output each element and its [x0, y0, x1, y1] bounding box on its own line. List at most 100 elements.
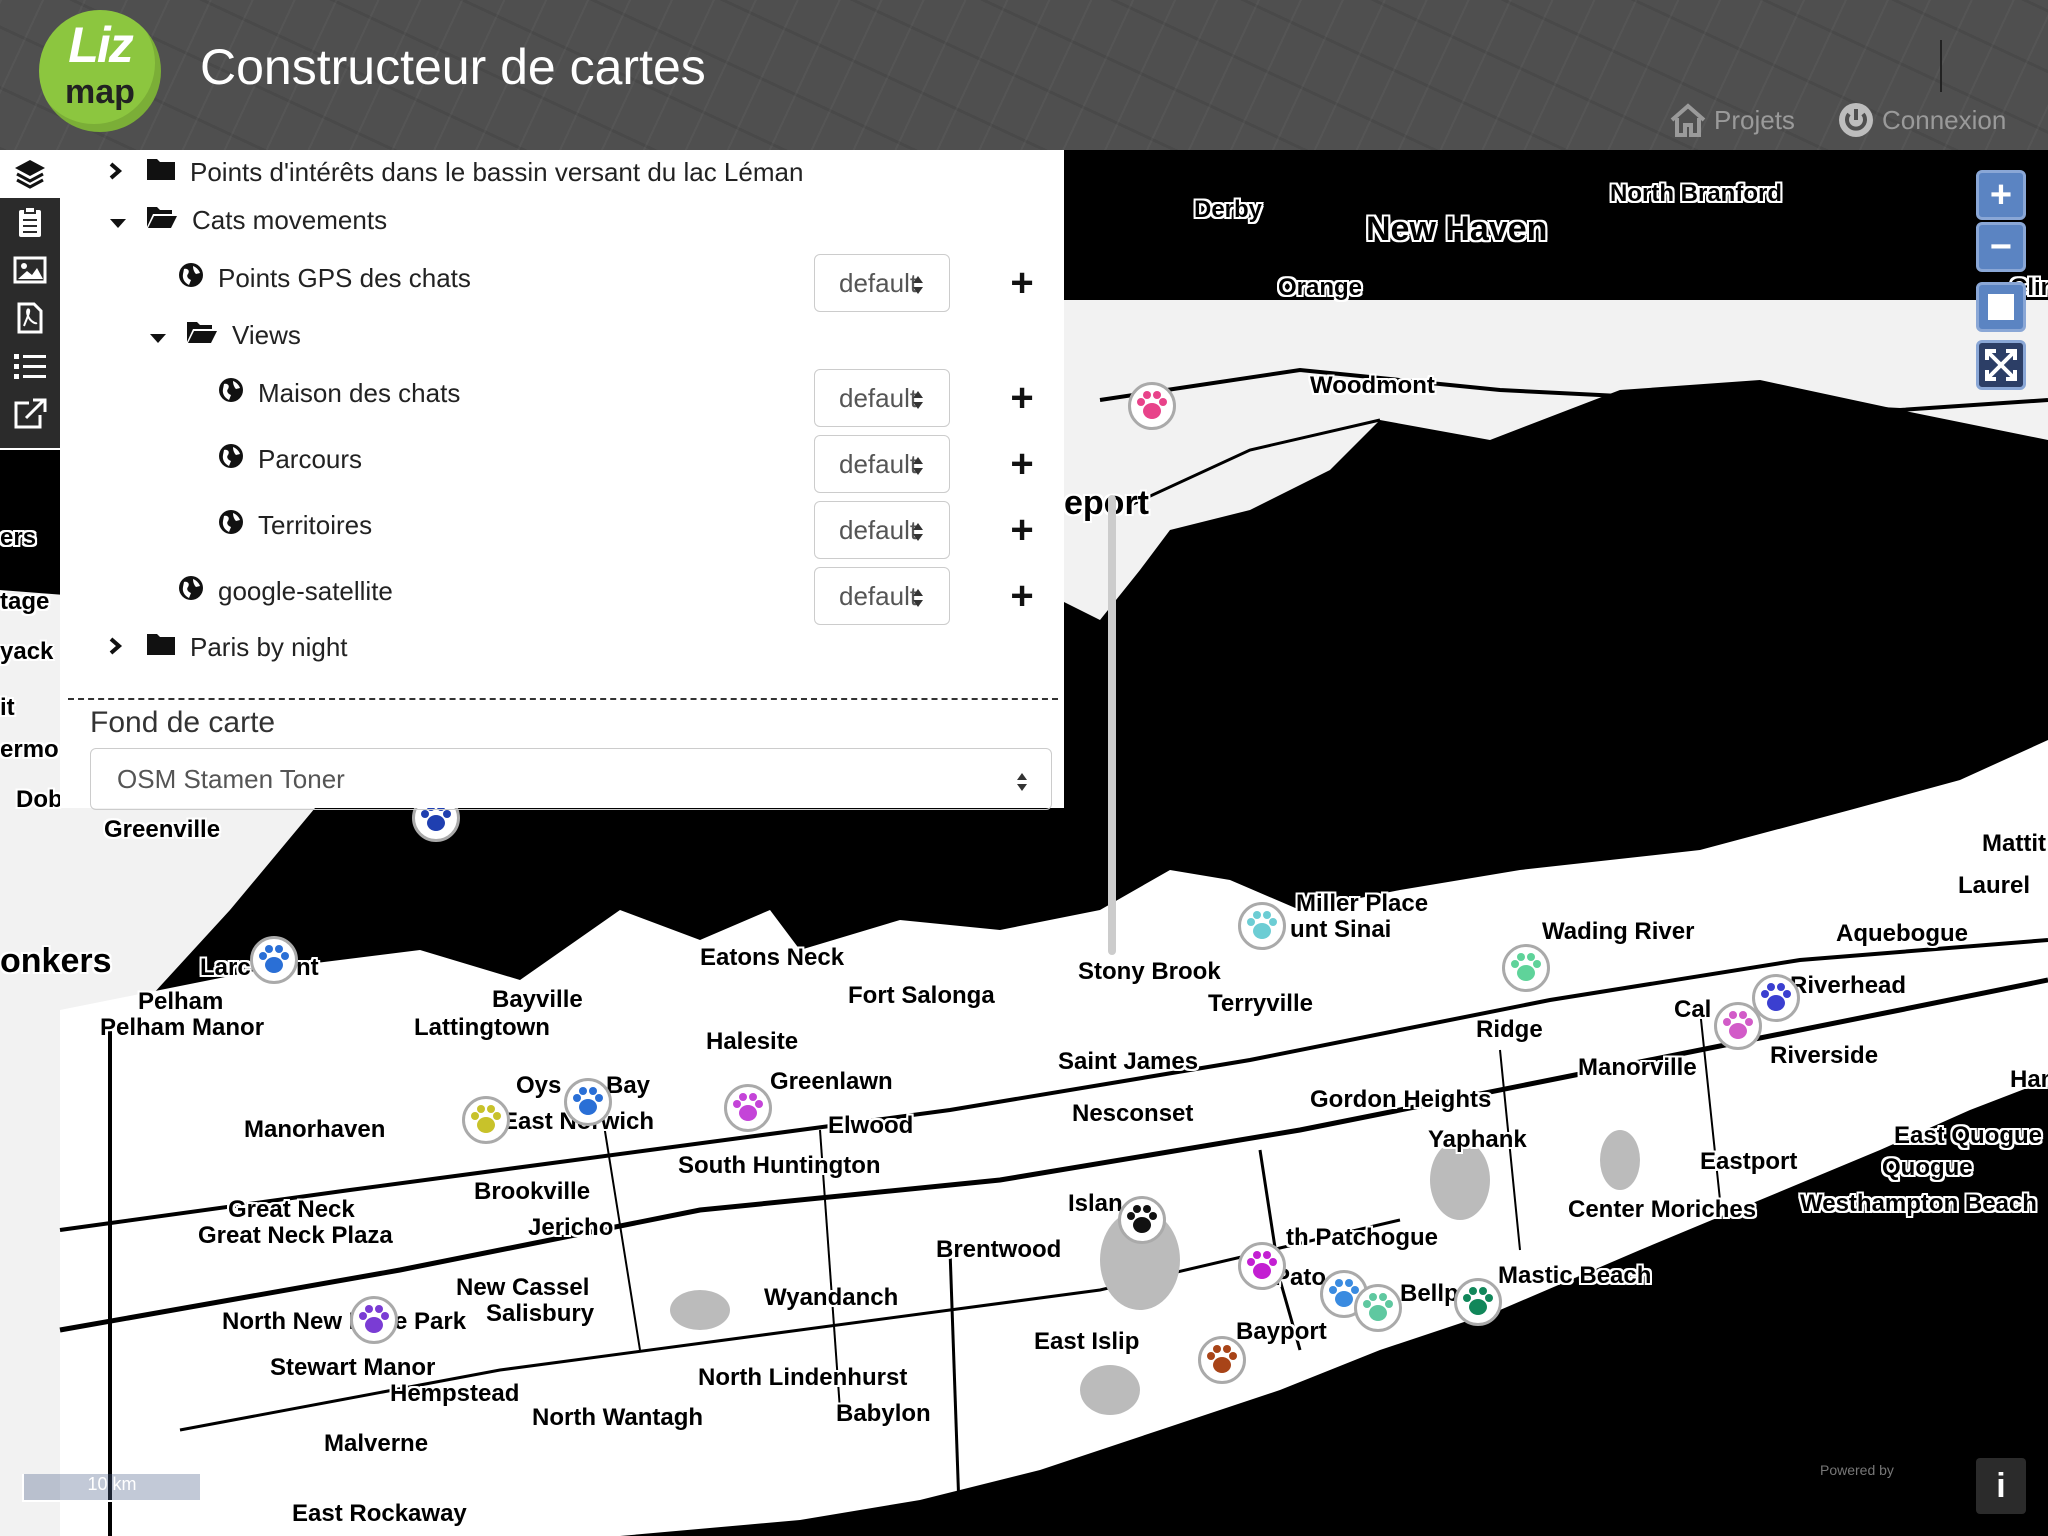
cat-marker[interactable] [564, 1078, 612, 1126]
cat-marker[interactable] [1502, 944, 1550, 992]
place-label: East Quogue [1894, 1122, 2043, 1149]
zoom-extent-button[interactable] [1976, 340, 2026, 390]
style-select[interactable]: default [814, 254, 950, 312]
layer-row[interactable]: google-satellite [178, 566, 393, 616]
media-tool[interactable] [0, 246, 60, 294]
place-label: Brentwood [936, 1236, 1062, 1263]
layer-group-label: Views [232, 319, 301, 350]
layer-row[interactable]: Maison des chats [218, 368, 460, 418]
chevron-right-icon[interactable] [108, 157, 128, 188]
permalink-tool[interactable] [0, 390, 60, 438]
caret-down-icon[interactable] [108, 205, 128, 236]
cat-marker[interactable] [250, 936, 298, 984]
globe-icon [218, 377, 244, 410]
place-label: New Cassel [456, 1274, 590, 1301]
legend-tool[interactable] [0, 342, 60, 390]
place-label: Fort Salonga [848, 982, 995, 1009]
login-link[interactable]: Connexion [1838, 100, 2006, 140]
place-label: Yaphank [1428, 1126, 1527, 1153]
place-label: Greenville [104, 816, 221, 843]
cat-marker[interactable] [1128, 382, 1176, 430]
cat-marker[interactable] [1454, 1278, 1502, 1326]
place-label: ers [0, 524, 37, 551]
place-label: Woodmont [1310, 372, 1435, 399]
place-label: North New Hyde Park [222, 1308, 467, 1335]
add-layer-button[interactable]: + [1002, 576, 1042, 616]
square-icon [1988, 294, 2014, 320]
layers-icon [15, 160, 45, 189]
add-layer-button[interactable]: + [1002, 510, 1042, 550]
cat-marker[interactable] [1118, 1196, 1166, 1244]
cat-marker[interactable] [1354, 1284, 1402, 1332]
paw-icon [1363, 1293, 1393, 1321]
place-label: nt [296, 954, 319, 981]
layer-row[interactable]: Territoires [218, 500, 372, 550]
place-label: Center Moriches [1568, 1196, 1757, 1223]
place-label: Babylon [836, 1400, 931, 1427]
place-label: New Haven [1366, 210, 1548, 248]
login-label: Connexion [1882, 104, 2007, 135]
zoom-out-button[interactable]: − [1976, 222, 2026, 272]
app-header: Liz map Constructeur de cartes Projets C… [0, 0, 2048, 150]
place-label: Greenlawn [770, 1068, 893, 1095]
print-tool[interactable] [0, 294, 60, 342]
chevron-right-icon[interactable] [108, 632, 128, 663]
layer-group-row[interactable]: Views [148, 310, 301, 360]
panel-scrollbar[interactable] [1108, 495, 1116, 955]
cat-marker[interactable] [1752, 974, 1800, 1022]
style-select[interactable]: default [814, 369, 950, 427]
layer-label: Territoires [258, 509, 373, 540]
place-label: Lattingtown [414, 1014, 550, 1041]
place-label: Westhampton Beach [1800, 1190, 2037, 1217]
layer-row[interactable]: Parcours [218, 434, 362, 484]
style-select[interactable]: default [814, 501, 950, 559]
place-label: Riverside [1770, 1042, 1879, 1069]
place-label: Derby [1194, 196, 1263, 223]
place-label: Elwood [828, 1112, 914, 1139]
style-select[interactable]: default [814, 567, 950, 625]
folder-open-icon [186, 320, 218, 351]
add-layer-button[interactable]: + [1002, 263, 1042, 303]
external-link-icon [14, 398, 47, 429]
place-label: Mattit [1982, 830, 2046, 857]
layer-group-row[interactable]: Points d'intérêts dans le bassin versant… [108, 147, 803, 197]
style-value: default [839, 267, 918, 298]
style-select[interactable]: default [814, 435, 950, 493]
lizmap-logo[interactable]: Liz map [39, 10, 161, 132]
place-label: Salisbury [486, 1300, 595, 1327]
info-button[interactable]: i [1976, 1458, 2026, 1514]
cat-marker[interactable] [1198, 1336, 1246, 1384]
add-layer-button[interactable]: + [1002, 378, 1042, 418]
cat-marker[interactable] [1238, 902, 1286, 950]
list-icon [14, 354, 46, 379]
caret-down-icon[interactable] [148, 320, 168, 351]
add-layer-button[interactable]: + [1002, 444, 1042, 484]
projects-link[interactable]: Projets [1670, 100, 1795, 140]
metadata-tool[interactable] [0, 198, 60, 246]
layer-row[interactable]: Points GPS des chats [178, 253, 471, 303]
clipboard-icon [19, 206, 41, 237]
layer-group-row[interactable]: Cats movements [108, 195, 387, 245]
place-label: Jericho [528, 1214, 614, 1241]
layer-group-row[interactable]: Paris by night [108, 622, 348, 672]
cat-marker[interactable] [1238, 1242, 1286, 1290]
paw-icon [1247, 911, 1277, 939]
cat-marker[interactable] [462, 1096, 510, 1144]
left-toolbar [0, 150, 60, 450]
layers-tool[interactable] [0, 150, 60, 198]
place-label: Oys [516, 1072, 562, 1099]
place-label: Terryville [1208, 990, 1313, 1017]
place-label: eport [1064, 484, 1149, 522]
expand-icon [1985, 349, 2017, 381]
sort-arrows-icon [911, 519, 925, 550]
cat-marker[interactable] [350, 1296, 398, 1344]
zoom-in-button[interactable]: + [1976, 170, 2026, 220]
place-label: Eastport [1700, 1148, 1798, 1175]
place-label: Miller Place [1296, 890, 1429, 917]
basemap-select[interactable]: OSM Stamen Toner [90, 748, 1052, 810]
place-label: Bay [606, 1072, 651, 1099]
cat-marker[interactable] [724, 1084, 772, 1132]
zoom-box-button[interactable] [1976, 282, 2026, 332]
sort-arrows-icon [911, 585, 925, 616]
sort-arrows-icon [911, 272, 925, 303]
